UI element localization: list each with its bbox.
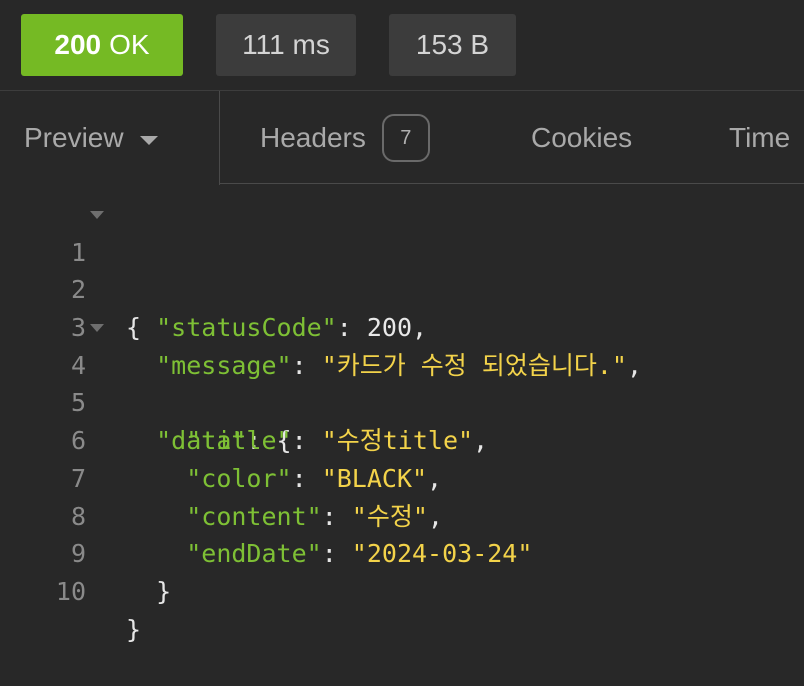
code-line: 9 }: [0, 498, 804, 606]
response-status-bar: 200 OK 111 ms 153 B: [0, 0, 804, 90]
code-line: 1 {: [0, 196, 804, 342]
response-body-viewer[interactable]: 1 { 2 "statusCode": 200, 3 "message": "카…: [0, 196, 804, 644]
code-line: 8 "endDate": "2024-03-24": [0, 460, 804, 569]
code-line: 4 "data": {: [0, 309, 804, 455]
tab-cookies[interactable]: Cookies: [531, 91, 632, 185]
headers-count-badge: 7: [381, 114, 430, 162]
line-number: 10: [55, 576, 86, 606]
tab-headers-label: Headers: [260, 122, 366, 153]
code-line: 6 "color": "BLACK",: [0, 384, 804, 493]
tab-headers[interactable]: Headers 7: [260, 91, 430, 185]
code-line: 5 "title": "수정title",: [0, 347, 804, 455]
tab-timeline-label: Time: [729, 122, 791, 153]
code-line: 2 "statusCode": 200,: [0, 234, 804, 342]
tab-cookies-label: Cookies: [531, 122, 633, 153]
response-tabs: Preview Headers 7 Cookies Time: [0, 90, 804, 185]
tab-preview[interactable]: Preview: [0, 91, 220, 185]
status-badge: 200 OK: [21, 14, 183, 76]
tab-timeline[interactable]: Time: [729, 91, 790, 185]
code-line: 10 }: [0, 535, 804, 644]
code-line: 7 "content": "수정",: [0, 422, 804, 531]
fold-arrow-icon[interactable]: [90, 324, 104, 333]
tabs-divider: [220, 183, 804, 184]
status-code: 200: [54, 29, 102, 60]
tab-preview-label: Preview: [24, 122, 124, 153]
response-time-badge: 111 ms: [216, 14, 356, 76]
status-text: OK: [109, 29, 150, 60]
chevron-down-icon: [139, 135, 158, 145]
response-size-badge: 153 B: [389, 14, 516, 76]
fold-arrow-icon[interactable]: [90, 211, 104, 219]
code-line: 3 "message": "카드가 수정 되었습니다.",: [0, 271, 804, 380]
